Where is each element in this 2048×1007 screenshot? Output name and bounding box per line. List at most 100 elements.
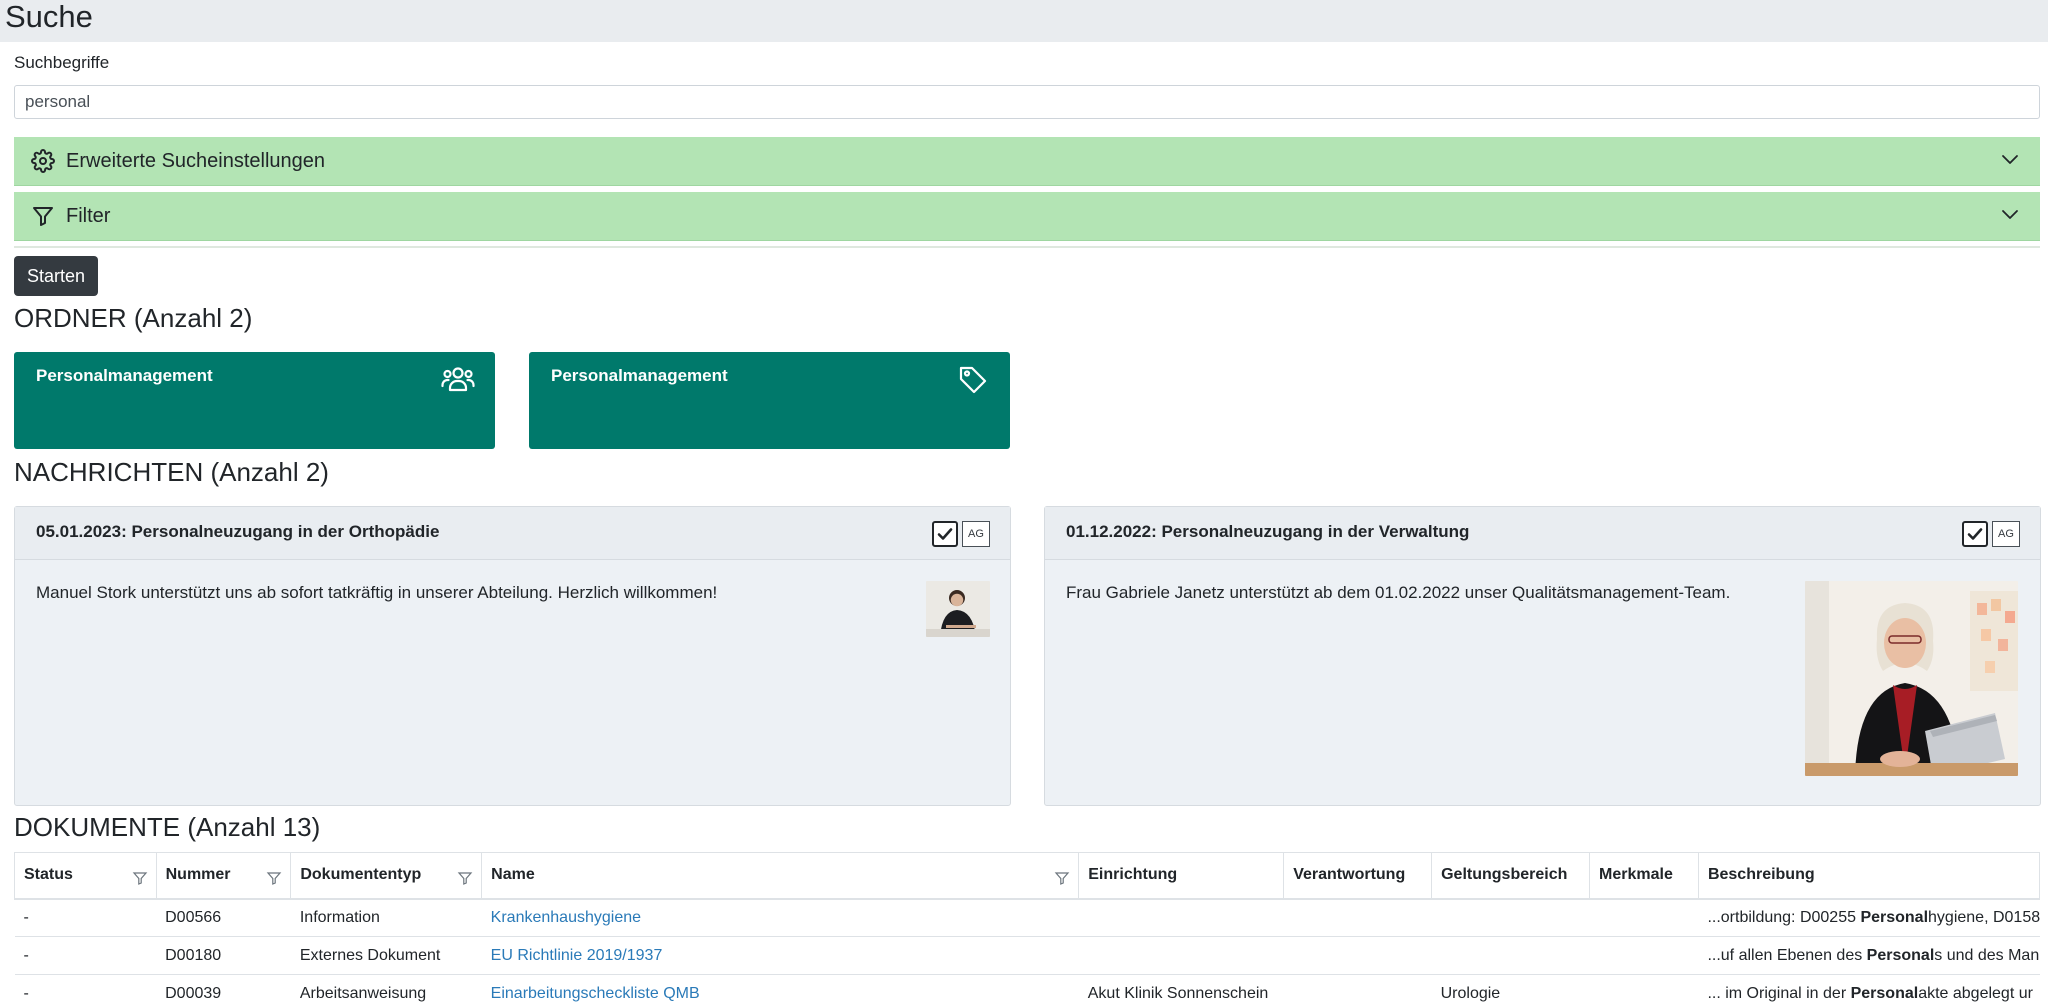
column-label: Status bbox=[24, 866, 73, 884]
cell-geltungsbereich bbox=[1431, 936, 1590, 975]
cell-geltungsbereich bbox=[1431, 898, 1590, 937]
column-header-dokumententyp[interactable]: Dokumententyp bbox=[290, 852, 483, 900]
filter-icon[interactable] bbox=[1054, 870, 1070, 886]
check-icon bbox=[1967, 528, 1983, 540]
column-label: Beschreibung bbox=[1707, 866, 1815, 884]
cell-einrichtung bbox=[1078, 898, 1284, 937]
column-label: Verantwortung bbox=[1293, 866, 1406, 884]
cell-beschreibung: ...uf allen Ebenen des Personals und des… bbox=[1698, 936, 2040, 975]
advanced-settings-accordion[interactable]: Erweiterte Sucheinstellungen bbox=[14, 137, 2040, 186]
news-title: 05.01.2023: Personalneuzugang in der Ort… bbox=[36, 522, 440, 541]
cell-einrichtung bbox=[1078, 936, 1284, 975]
desc-highlight: Personal bbox=[1860, 908, 1929, 926]
cell-einrichtung: Akut Klinik Sonnenschein bbox=[1078, 974, 1284, 1007]
news-text: Manuel Stork unterstützt uns ab sofort t… bbox=[36, 583, 718, 602]
search-input[interactable] bbox=[14, 85, 2040, 119]
cell-merkmale bbox=[1589, 898, 1699, 937]
tag-icon bbox=[959, 366, 987, 394]
column-label: Geltungsbereich bbox=[1441, 866, 1568, 884]
documents-section-title: DOKUMENTE (Anzahl 13) bbox=[14, 812, 321, 842]
cell-beschreibung: ...ortbildung: D00255 Personalhygiene, D… bbox=[1698, 898, 2040, 937]
cell-verantwortung bbox=[1283, 936, 1432, 975]
start-button[interactable]: Starten bbox=[14, 256, 98, 296]
column-header-geltungsbereich[interactable]: Geltungsbereich bbox=[1431, 852, 1591, 900]
cell-nummer: D00039 bbox=[156, 974, 291, 1007]
column-header-nummer[interactable]: Nummer bbox=[155, 852, 292, 900]
filter-label: Filter bbox=[66, 204, 111, 227]
ag-badge[interactable]: AG bbox=[962, 521, 990, 547]
desc-text: ... im Original in der bbox=[1707, 984, 1851, 1002]
column-header-merkmale[interactable]: Merkmale bbox=[1589, 852, 1699, 900]
cell-status: - bbox=[14, 936, 157, 975]
column-header-beschreibung[interactable]: Beschreibung bbox=[1697, 852, 2041, 900]
news-card-header: 01.12.2022: Personalneuzugang in der Ver… bbox=[1045, 507, 2040, 560]
search-label: Suchbegriffe bbox=[14, 53, 110, 72]
news-title: 01.12.2022: Personalneuzugang in der Ver… bbox=[1066, 522, 1470, 541]
news-card: 01.12.2022: Personalneuzugang in der Ver… bbox=[1044, 506, 2041, 806]
cell-status: - bbox=[14, 898, 157, 937]
filter-accordion[interactable]: Filter bbox=[14, 192, 2040, 241]
cell-merkmale bbox=[1589, 974, 1699, 1007]
desc-highlight: Personal bbox=[1866, 946, 1935, 964]
advanced-settings-label: Erweiterte Sucheinstellungen bbox=[66, 149, 326, 172]
news-section-title: NACHRICHTEN (Anzahl 2) bbox=[14, 457, 329, 487]
cell-merkmale bbox=[1589, 936, 1699, 975]
news-card: 05.01.2023: Personalneuzugang in der Ort… bbox=[14, 506, 1011, 806]
cell-name: EU Richtlinie 2019/1937 bbox=[481, 936, 1079, 975]
check-icon bbox=[937, 528, 953, 540]
folder-title: Personalmanagement bbox=[551, 366, 728, 385]
folder-title: Personalmanagement bbox=[36, 366, 213, 385]
chevron-down-icon bbox=[2002, 155, 2018, 164]
document-link[interactable]: Krankenhaushygiene bbox=[491, 909, 641, 926]
chevron-down-icon bbox=[2002, 210, 2018, 219]
folder-card[interactable]: Personalmanagement bbox=[14, 352, 495, 449]
column-header-einrichtung[interactable]: Einrichtung bbox=[1078, 852, 1285, 900]
news-text: Frau Gabriele Janetz unterstützt ab dem … bbox=[1066, 583, 1731, 602]
folder-card[interactable]: Personalmanagement bbox=[529, 352, 1010, 449]
read-checkbox[interactable] bbox=[932, 521, 958, 547]
filter-icon[interactable] bbox=[266, 870, 282, 886]
accordion-divider bbox=[14, 246, 2040, 248]
gear-icon bbox=[30, 148, 56, 174]
cell-typ: Information bbox=[290, 898, 482, 937]
column-label: Merkmale bbox=[1599, 866, 1673, 884]
cell-typ: Externes Dokument bbox=[290, 936, 482, 975]
cell-beschreibung: ... im Original in der Personalakte abge… bbox=[1698, 974, 2040, 1007]
column-label: Dokumententyp bbox=[300, 866, 422, 884]
users-icon bbox=[441, 367, 475, 392]
desc-text: hygiene, D0158 bbox=[1928, 908, 2040, 926]
column-header-status[interactable]: Status bbox=[14, 852, 157, 900]
folders-section-title: ORDNER (Anzahl 2) bbox=[14, 303, 253, 333]
cell-status: - bbox=[14, 974, 157, 1007]
cell-verantwortung bbox=[1283, 898, 1432, 937]
page-title: Suche bbox=[5, 0, 93, 34]
filter-icon[interactable] bbox=[457, 870, 473, 886]
documents-table: Status Nummer Dokumententyp Name Einrich… bbox=[14, 852, 2041, 1007]
ag-badge[interactable]: AG bbox=[1992, 521, 2020, 547]
column-label: Nummer bbox=[165, 866, 231, 884]
news-card-header: 05.01.2023: Personalneuzugang in der Ort… bbox=[15, 507, 1010, 560]
read-checkbox[interactable] bbox=[1962, 521, 1988, 547]
table-header-row: Status Nummer Dokumententyp Name Einrich… bbox=[14, 852, 2041, 900]
table-row[interactable]: - D00180 Externes Dokument EU Richtlinie… bbox=[14, 936, 2040, 975]
cell-nummer: D00180 bbox=[156, 936, 291, 975]
document-link[interactable]: EU Richtlinie 2019/1937 bbox=[491, 947, 663, 964]
cell-name: Einarbeitungscheckliste QMB bbox=[481, 974, 1079, 1007]
cell-typ: Arbeitsanweisung bbox=[290, 974, 482, 1007]
column-header-name[interactable]: Name bbox=[481, 852, 1080, 900]
person-photo bbox=[926, 581, 990, 637]
cell-verantwortung bbox=[1283, 974, 1432, 1007]
filter-icon[interactable] bbox=[132, 870, 148, 886]
cell-geltungsbereich: Urologie bbox=[1431, 974, 1590, 1007]
document-link[interactable]: Einarbeitungscheckliste QMB bbox=[491, 985, 700, 1002]
desc-text: ...uf allen Ebenen des bbox=[1707, 946, 1867, 964]
desc-text: s und des Man bbox=[1934, 946, 2040, 964]
desc-text: ...ortbildung: D00255 bbox=[1707, 908, 1861, 926]
table-row[interactable]: - D00566 Information Krankenhaushygiene … bbox=[14, 898, 2040, 937]
cell-nummer: D00566 bbox=[156, 898, 291, 937]
funnel-icon bbox=[30, 203, 56, 229]
title-bar: Suche bbox=[0, 0, 2048, 42]
column-header-verantwortung[interactable]: Verantwortung bbox=[1283, 852, 1433, 900]
cell-name: Krankenhaushygiene bbox=[481, 898, 1079, 937]
table-row[interactable]: - D00039 Arbeitsanweisung Einarbeitungsc… bbox=[14, 974, 2040, 1007]
